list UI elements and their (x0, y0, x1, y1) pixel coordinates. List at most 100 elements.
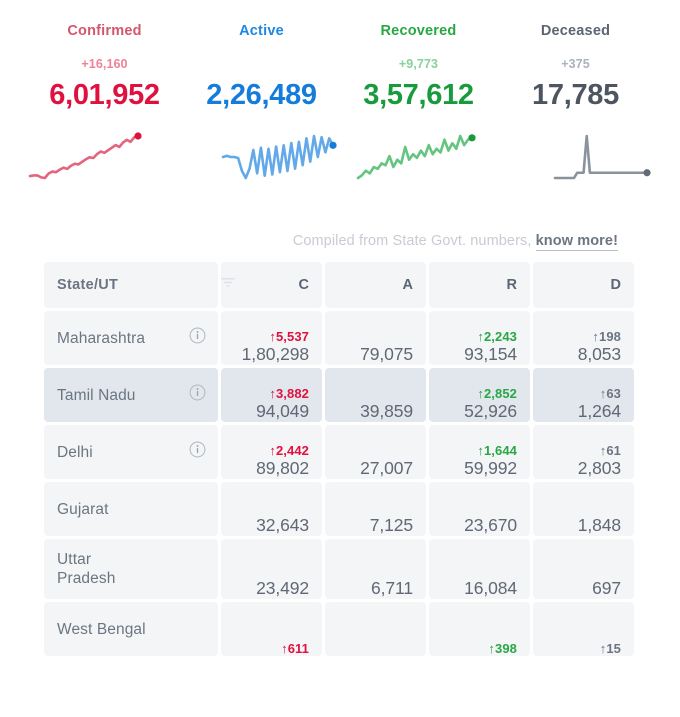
cell-active[interactable]: 79,075 (325, 311, 426, 365)
header-abbr-r: R (506, 277, 517, 293)
count-value: 39,859 (360, 401, 413, 421)
header-cell-active[interactable]: A (325, 262, 426, 308)
cell-confirmed[interactable]: ↑611 (221, 602, 322, 656)
count-value: 89,802 (256, 458, 309, 478)
count-value: 697 (592, 578, 621, 598)
sparkline-row (0, 112, 680, 194)
filter-icon[interactable] (221, 276, 237, 294)
covid-dashboard: Confirmed +16,160 6,01,952 Active 2,26,489 Re… (0, 0, 680, 717)
header-cell-deceased[interactable]: D (533, 262, 634, 308)
cell-recovered[interactable]: ↑2,243 93,154 (429, 311, 530, 365)
cell-recovered[interactable]: ↑2,852 52,926 (429, 368, 530, 422)
cell-deceased[interactable]: ↑198 8,053 (533, 311, 634, 365)
stat-card-deceased[interactable]: Deceased +375 17,785 (497, 22, 654, 112)
sparkline-confirmed (26, 124, 183, 196)
sparkline-svg (553, 134, 651, 180)
stat-delta: +16,160 (81, 57, 128, 71)
cell-state[interactable]: West Bengal (44, 602, 218, 656)
count-value: 1,264 (577, 401, 621, 421)
state-name: Maharashtra (57, 329, 146, 347)
header-state-label: State/UT (57, 277, 119, 293)
sparkline-path (356, 134, 474, 180)
cell-recovered[interactable]: ↑398 (429, 602, 530, 656)
stat-value: 6,01,952 (49, 79, 160, 111)
stat-label: Deceased (540, 23, 611, 39)
count-value: 16,084 (464, 578, 517, 598)
count-value: 6,711 (371, 578, 413, 598)
stat-card-active[interactable]: Active 2,26,489 (183, 22, 340, 112)
header-abbr-a: A (402, 277, 413, 293)
sparkline-path (553, 134, 649, 180)
cell-state[interactable]: Uttar Pradesh (44, 539, 218, 599)
cell-recovered[interactable]: 23,670 (429, 482, 530, 536)
cell-active[interactable]: 27,007 (325, 425, 426, 479)
header-abbr-c: C (298, 277, 309, 293)
stat-delta: +9,773 (398, 57, 439, 71)
header-cell-state[interactable]: State/UT (44, 262, 218, 308)
cell-confirmed[interactable]: ↑5,537 1,80,298 (221, 311, 322, 365)
table-row[interactable]: Delhi ↑2,442 89,802 27,007 ↑1,644 59,992 ↑61 2,… (44, 425, 634, 479)
sparkline-path (221, 134, 335, 180)
cell-state[interactable]: Maharashtra (44, 311, 218, 365)
cell-deceased[interactable]: ↑61 2,803 (533, 425, 634, 479)
delta-value: ↑2,243 (477, 329, 517, 344)
table-row[interactable]: Maharashtra ↑5,537 1,80,298 79,075 ↑2,243 93,… (44, 311, 634, 365)
stat-label: Confirmed (67, 23, 142, 39)
table-row[interactable]: Uttar Pradesh 23,492 6,711 16,084 697 (44, 539, 634, 599)
cell-active[interactable]: 39,859 (325, 368, 426, 422)
stat-card-recovered[interactable]: Recovered +9,773 3,57,612 (340, 22, 497, 112)
cell-recovered[interactable]: 16,084 (429, 539, 530, 599)
cell-confirmed[interactable]: ↑2,442 89,802 (221, 425, 322, 479)
count-value: 23,670 (464, 515, 517, 535)
table-row[interactable]: Tamil Nadu ↑3,882 94,049 39,859 ↑2,852 52,926… (44, 368, 634, 422)
compiled-note: Compiled from State Govt. numbers, know … (0, 194, 680, 251)
cell-state[interactable]: Tamil Nadu (44, 368, 218, 422)
sparkline-svg (221, 134, 337, 180)
cell-active[interactable]: 6,711 (325, 539, 426, 599)
sparkline-deceased (497, 124, 654, 196)
cell-confirmed[interactable]: 32,643 (221, 482, 322, 536)
header-cell-confirmed[interactable]: C (221, 262, 322, 308)
state-name: Gujarat (57, 500, 109, 518)
delta-value: ↑611 (281, 641, 309, 656)
stat-card-confirmed[interactable]: Confirmed +16,160 6,01,952 (26, 22, 183, 112)
stat-delta (183, 57, 340, 72)
state-name: Tamil Nadu (57, 386, 136, 404)
delta-value: ↑15 (599, 641, 621, 656)
state-name: West Bengal (57, 620, 146, 638)
sparkline-svg (28, 132, 142, 180)
cell-state[interactable]: Gujarat (44, 482, 218, 536)
info-icon[interactable] (189, 384, 206, 406)
header-cell-recovered[interactable]: R (429, 262, 530, 308)
cell-recovered[interactable]: ↑1,644 59,992 (429, 425, 530, 479)
delta-value: ↑3,882 (269, 386, 309, 401)
count-value: 2,803 (577, 458, 621, 478)
cell-confirmed[interactable]: 23,492 (221, 539, 322, 599)
info-icon[interactable] (189, 327, 206, 349)
cell-deceased[interactable]: 697 (533, 539, 634, 599)
count-value: 93,154 (464, 344, 517, 364)
cell-deceased[interactable]: ↑15 (533, 602, 634, 656)
count-value: 1,80,298 (241, 344, 309, 364)
count-value: 52,926 (464, 401, 517, 421)
table-row[interactable]: Gujarat 32,643 7,125 23,670 1,848 (44, 482, 634, 536)
delta-value: ↑198 (592, 329, 621, 344)
cell-deceased[interactable]: 1,848 (533, 482, 634, 536)
table-row[interactable]: West Bengal ↑611 ↑398 ↑15 (44, 602, 634, 656)
cell-active[interactable] (325, 602, 426, 656)
cell-active[interactable]: 7,125 (325, 482, 426, 536)
count-value: 27,007 (360, 458, 413, 478)
cell-confirmed[interactable]: ↑3,882 94,049 (221, 368, 322, 422)
delta-value: ↑5,537 (269, 329, 309, 344)
count-value: 8,053 (577, 344, 621, 364)
sparkline-endpoint-dot (134, 132, 142, 140)
delta-value: ↑2,852 (477, 386, 517, 401)
cell-deceased[interactable]: ↑63 1,264 (533, 368, 634, 422)
know-more-link[interactable]: know more! (535, 233, 618, 251)
table-header-row: State/UT C A R D (44, 262, 634, 308)
delta-value: ↑2,442 (269, 443, 309, 458)
count-value: 23,492 (256, 578, 309, 598)
info-icon[interactable] (189, 441, 206, 463)
stat-delta: +375 (561, 57, 590, 71)
cell-state[interactable]: Delhi (44, 425, 218, 479)
